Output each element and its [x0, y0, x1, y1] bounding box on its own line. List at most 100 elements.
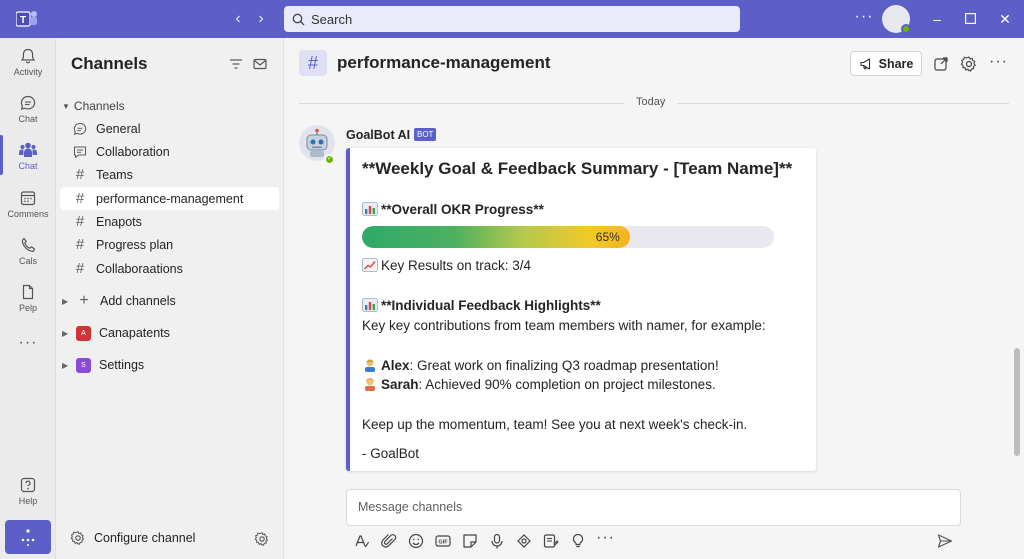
svg-text:GIF: GIF — [438, 540, 448, 546]
feedback-text: : Achieved 90% completion on project mil… — [418, 377, 716, 392]
channel-item-progress-plan[interactable]: # Progress plan — [60, 233, 279, 256]
pop-out-icon[interactable] — [932, 55, 950, 73]
channel-hash-icon: # — [299, 50, 327, 76]
key-results-text: Key Results on track: 3/4 — [381, 258, 532, 273]
message-input[interactable]: Message channels — [346, 489, 961, 526]
feedback-name: Alex — [381, 358, 410, 373]
settings-gear-icon[interactable] — [960, 55, 978, 73]
person-emoji-icon — [365, 378, 375, 391]
feedback-intro: Key key contributions from team members … — [362, 318, 766, 333]
sender-name[interactable]: GoalBot AI — [346, 128, 410, 142]
group-canapatents[interactable]: ▶ A Canapatents — [60, 322, 279, 344]
more-apps-icon[interactable]: ··· — [0, 334, 56, 352]
card-title: **Weekly Goal & Feedback Summary - [Team… — [362, 159, 793, 178]
schedule-send-icon[interactable] — [542, 532, 560, 550]
caret-down-icon: ▼ — [62, 101, 70, 111]
rail-label: Commens — [7, 209, 49, 219]
search-label: Search — [311, 11, 353, 27]
microphone-icon[interactable] — [488, 532, 506, 550]
settings-gear-icon[interactable] — [254, 531, 270, 547]
settings-gear-icon — [70, 531, 85, 545]
rail-label: Chat — [18, 114, 38, 124]
chat-bubble-icon — [73, 122, 87, 135]
okr-heading-row: **Overall OKR Progress** — [362, 202, 544, 217]
channel-item-collaboraations[interactable]: # Collaboraations — [60, 257, 279, 280]
more-options-icon[interactable]: ··· — [596, 530, 614, 550]
channel-item-teams[interactable]: # Teams — [60, 163, 279, 186]
okr-progress-bar: 65% — [362, 226, 774, 248]
back-arrow-icon[interactable]: ‹ — [227, 8, 249, 30]
search-bar[interactable]: Search — [284, 6, 740, 32]
feedback-text: : Great work on finalizing Q3 roadmap pr… — [409, 358, 719, 373]
channel-item-collaboration[interactable]: Collaboration — [60, 140, 279, 163]
bot-avatar[interactable]: ✓ — [299, 125, 335, 165]
hash-icon: # — [75, 165, 85, 183]
group-label: Canapatents — [99, 326, 170, 340]
compose-mail-icon[interactable] — [252, 56, 268, 72]
caret-right-icon: ▶ — [62, 296, 69, 306]
lightbulb-icon[interactable] — [569, 532, 587, 550]
channel-item-general[interactable]: General — [60, 117, 279, 140]
rail-calls[interactable]: Cals — [0, 236, 56, 266]
group-settings[interactable]: ▶ S Settings — [60, 354, 279, 376]
more-options-icon[interactable]: ··· — [852, 8, 876, 30]
rail-label: Help — [18, 496, 38, 506]
team-badge-icon: S — [76, 357, 91, 373]
rail-label: Activity — [13, 67, 43, 77]
maximize-icon[interactable] — [959, 8, 981, 30]
group-label: Settings — [99, 358, 145, 372]
more-options-icon[interactable]: ··· — [989, 54, 1007, 73]
help-icon — [20, 477, 36, 493]
add-channels-label: Add channels — [100, 294, 176, 308]
user-avatar[interactable] — [882, 5, 911, 34]
gif-icon[interactable]: GIF — [434, 532, 452, 550]
forward-arrow-icon[interactable]: › — [250, 8, 272, 30]
rail-label: Pelp — [18, 303, 37, 313]
send-icon[interactable] — [936, 532, 954, 550]
chat-box-icon — [73, 145, 87, 158]
rail-activity[interactable]: Activity — [0, 47, 56, 77]
presence-available-icon — [901, 24, 911, 34]
apps-icon — [21, 529, 35, 546]
paperclip-icon[interactable] — [380, 532, 398, 550]
emoji-icon[interactable] — [407, 532, 425, 550]
channel-item-enapots[interactable]: # Enapots — [60, 210, 279, 233]
add-channels-button[interactable]: ▶ + Add channels — [60, 290, 279, 312]
rail-files[interactable]: Pelp — [0, 283, 56, 313]
channel-title: performance-management — [337, 53, 551, 72]
sticker-icon[interactable] — [461, 532, 479, 550]
minimize-icon[interactable]: – — [926, 8, 948, 30]
channel-item-performance-management[interactable]: # performance-management — [60, 187, 279, 210]
channel-label: Enapots — [96, 214, 142, 229]
rail-teams[interactable]: Chat — [0, 141, 56, 171]
team-badge-icon: A — [76, 325, 91, 341]
hash-icon: # — [75, 189, 85, 207]
filter-icon[interactable] — [228, 56, 244, 72]
channel-label: Collaboraations — [96, 261, 183, 276]
teams-icon — [19, 142, 37, 157]
okr-heading: **Overall OKR Progress** — [381, 202, 544, 217]
share-button[interactable]: Share — [850, 51, 922, 76]
plus-icon: + — [79, 292, 89, 309]
rail-help[interactable]: Help — [0, 476, 56, 506]
close-window-icon[interactable]: ✕ — [994, 8, 1016, 30]
key-results-row: Key Results on track: 3/4 — [362, 258, 531, 273]
scrollbar[interactable] — [1014, 348, 1020, 456]
format-text-icon[interactable] — [353, 532, 371, 550]
loop-component-icon[interactable] — [515, 532, 533, 550]
channels-pane: Channels ▼ Channels General Collaboratio… — [56, 38, 284, 559]
channels-section-header[interactable]: ▼ Channels — [62, 99, 125, 113]
pane-title: Channels — [71, 54, 148, 73]
check-status-icon: ✓ — [324, 154, 335, 165]
apps-button[interactable] — [5, 520, 51, 554]
teams-logo-icon: T — [16, 11, 37, 27]
bell-icon — [20, 48, 36, 64]
caret-right-icon: ▶ — [62, 360, 69, 370]
section-label: Channels — [73, 99, 125, 113]
rail-calendar[interactable]: Commens — [0, 189, 56, 219]
configure-channel-button[interactable]: Configure channel — [70, 530, 274, 546]
feedback-heading-row: **Individual Feedback Highlights** — [362, 298, 601, 313]
phone-icon — [21, 237, 36, 252]
rail-chat[interactable]: Chat — [0, 94, 56, 124]
hash-icon: # — [75, 259, 85, 277]
